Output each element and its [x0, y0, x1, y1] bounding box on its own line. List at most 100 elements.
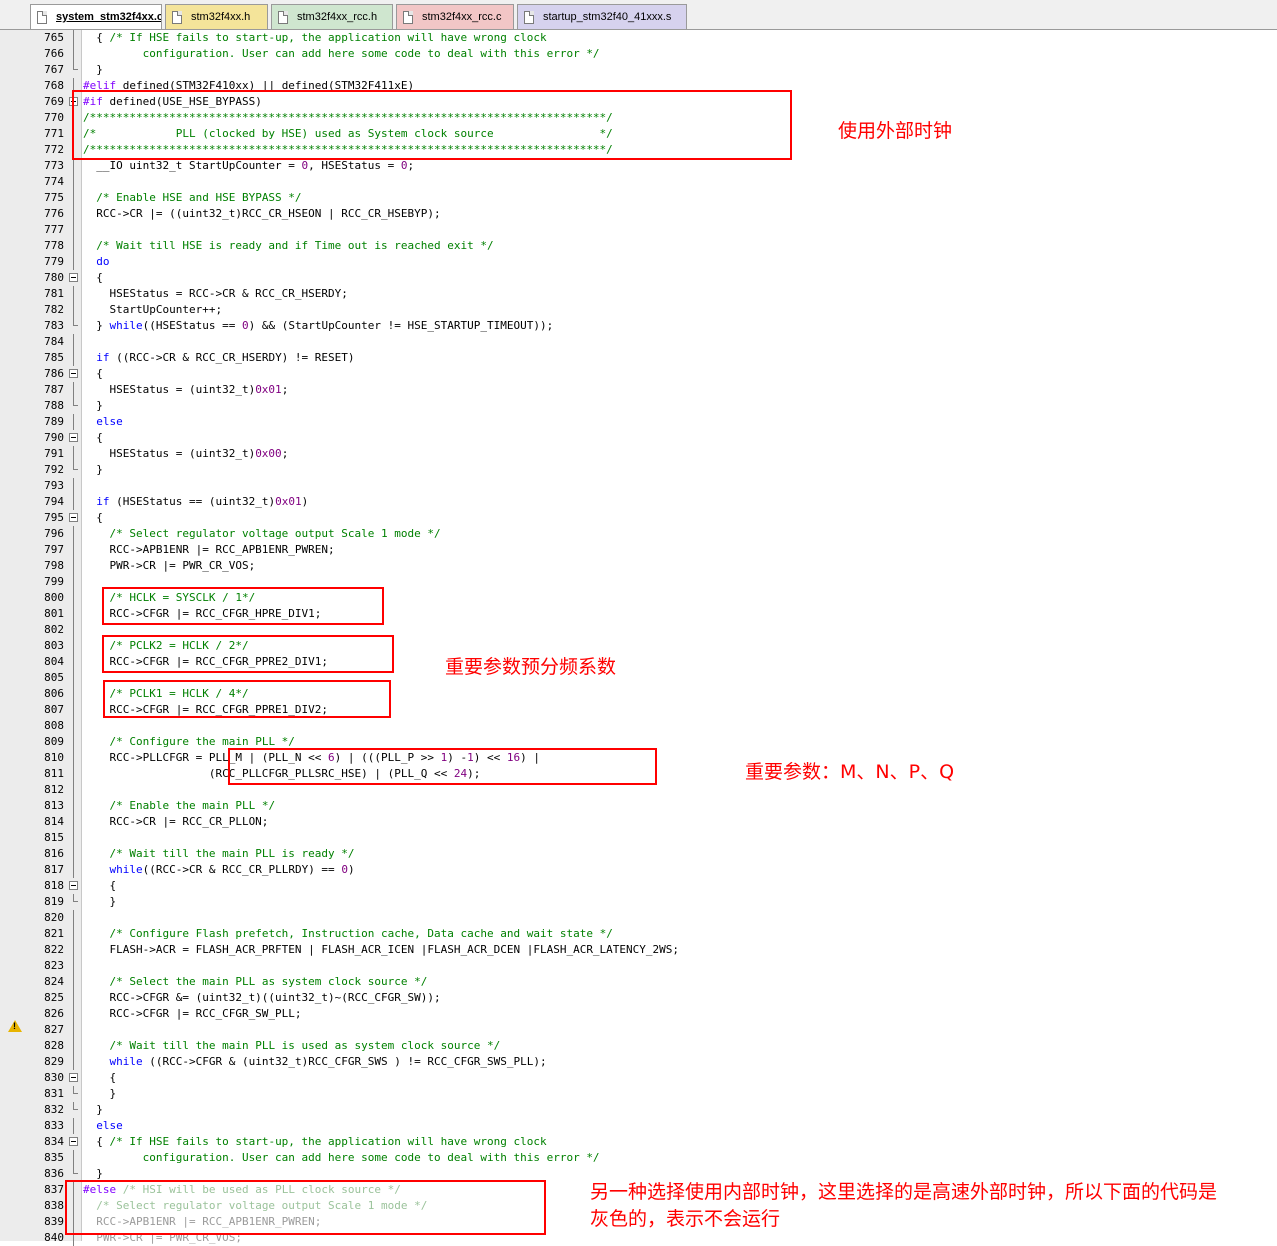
- fold-guide: [73, 1054, 74, 1070]
- fold-toggle-icon[interactable]: [69, 273, 78, 282]
- code-line[interactable]: 833 else: [0, 1118, 1277, 1134]
- code-line[interactable]: 789 else: [0, 414, 1277, 430]
- code-line[interactable]: 825 RCC->CFGR &= (uint32_t)((uint32_t)~(…: [0, 990, 1277, 1006]
- code-line[interactable]: 794 if (HSEStatus == (uint32_t)0x01): [0, 494, 1277, 510]
- fold-toggle-icon[interactable]: [69, 1137, 78, 1146]
- tab-system-stm32f4xx-c[interactable]: system_stm32f4xx.c: [30, 4, 162, 29]
- code-line[interactable]: 766 configuration. User can add here som…: [0, 46, 1277, 62]
- line-number: 822: [44, 943, 64, 956]
- line-number: 801: [44, 607, 64, 620]
- fold-toggle-icon[interactable]: [69, 881, 78, 890]
- code-line[interactable]: 781 HSEStatus = RCC->CR & RCC_CR_HSERDY;: [0, 286, 1277, 302]
- line-number: 806: [44, 687, 64, 700]
- code-line[interactable]: 820: [0, 910, 1277, 926]
- code-line[interactable]: 813 /* Enable the main PLL */: [0, 798, 1277, 814]
- tab-stm32f4xx-rcc-h[interactable]: stm32f4xx_rcc.h: [271, 4, 393, 29]
- fold-toggle-icon[interactable]: [69, 1073, 78, 1082]
- code-line[interactable]: 815: [0, 830, 1277, 846]
- code-line[interactable]: 785 if ((RCC->CR & RCC_CR_HSERDY) != RES…: [0, 350, 1277, 366]
- code-line[interactable]: 826 RCC->CFGR |= RCC_CFGR_SW_PLL;: [0, 1006, 1277, 1022]
- code-line[interactable]: 818 {: [0, 878, 1277, 894]
- code-line[interactable]: 830 {: [0, 1070, 1277, 1086]
- fold-guide: [73, 30, 74, 46]
- code-line[interactable]: 808: [0, 718, 1277, 734]
- code-line[interactable]: 791 HSEStatus = (uint32_t)0x00;: [0, 446, 1277, 462]
- code-line[interactable]: 773 __IO uint32_t StartUpCounter = 0, HS…: [0, 158, 1277, 174]
- fold-guide: [73, 862, 74, 878]
- code-line[interactable]: 798 PWR->CR |= PWR_CR_VOS;: [0, 558, 1277, 574]
- fold-guide: [73, 958, 74, 974]
- code-line[interactable]: 797 RCC->APB1ENR |= RCC_APB1ENR_PWREN;: [0, 542, 1277, 558]
- code-line[interactable]: 784: [0, 334, 1277, 350]
- tab-stm32f4xx-rcc-c[interactable]: stm32f4xx_rcc.c: [396, 4, 514, 29]
- code-text: RCC->CFGR |= RCC_CFGR_SW_PLL;: [83, 1007, 302, 1020]
- code-line[interactable]: 767 }: [0, 62, 1277, 78]
- code-line[interactable]: 778 /* Wait till HSE is ready and if Tim…: [0, 238, 1277, 254]
- code-line[interactable]: 823: [0, 958, 1277, 974]
- line-number: 810: [44, 751, 64, 764]
- code-line[interactable]: 816 /* Wait till the main PLL is ready *…: [0, 846, 1277, 862]
- fold-toggle-icon[interactable]: [69, 433, 78, 442]
- code-text: RCC->CR |= RCC_CR_PLLON;: [83, 815, 269, 828]
- code-text: do: [96, 255, 110, 268]
- code-text: HSEStatus = (uint32_t)0x00;: [83, 447, 289, 460]
- code-line[interactable]: 817 while((RCC->CR & RCC_CR_PLLRDY) == 0…: [0, 862, 1277, 878]
- line-number: 769: [44, 95, 64, 108]
- line-number: 783: [44, 319, 64, 332]
- code-line[interactable]: 790 {: [0, 430, 1277, 446]
- code-line[interactable]: 788 }: [0, 398, 1277, 414]
- fold-guide: [73, 974, 74, 990]
- code-text: {: [83, 367, 103, 380]
- fold-guide: [73, 942, 74, 958]
- code-line[interactable]: 835 configuration. User can add here som…: [0, 1150, 1277, 1166]
- code-line[interactable]: 827: [0, 1022, 1277, 1038]
- code-line[interactable]: 832 }: [0, 1102, 1277, 1118]
- code-line[interactable]: 775 /* Enable HSE and HSE BYPASS */: [0, 190, 1277, 206]
- code-line[interactable]: 776 RCC->CR |= ((uint32_t)RCC_CR_HSEON |…: [0, 206, 1277, 222]
- fold-guide: [73, 1038, 74, 1054]
- code-line[interactable]: 821 /* Configure Flash prefetch, Instruc…: [0, 926, 1277, 942]
- code-line[interactable]: 796 /* Select regulator voltage output S…: [0, 526, 1277, 542]
- code-line[interactable]: 822 FLASH->ACR = FLASH_ACR_PRFTEN | FLAS…: [0, 942, 1277, 958]
- line-number: 767: [44, 63, 64, 76]
- code-line[interactable]: 829 while ((RCC->CFGR & (uint32_t)RCC_CF…: [0, 1054, 1277, 1070]
- code-line[interactable]: 774: [0, 174, 1277, 190]
- line-number: 823: [44, 959, 64, 972]
- fold-toggle-icon[interactable]: [69, 369, 78, 378]
- code-line[interactable]: 779 do: [0, 254, 1277, 270]
- code-line[interactable]: 786 {: [0, 366, 1277, 382]
- line-number: 808: [44, 719, 64, 732]
- line-number: 790: [44, 431, 64, 444]
- code-line[interactable]: 795 {: [0, 510, 1277, 526]
- code-line[interactable]: 783 } while((HSEStatus == 0) && (StartUp…: [0, 318, 1277, 334]
- line-number: 772: [44, 143, 64, 156]
- code-line[interactable]: 793: [0, 478, 1277, 494]
- code-line[interactable]: 777: [0, 222, 1277, 238]
- code-line[interactable]: 828 /* Wait till the main PLL is used as…: [0, 1038, 1277, 1054]
- fold-guide: [73, 654, 74, 670]
- editor-tab-bar: system_stm32f4xx.c stm32f4xx.h stm32f4xx…: [0, 0, 1277, 30]
- warning-icon[interactable]: [8, 1020, 22, 1032]
- code-line[interactable]: 780 {: [0, 270, 1277, 286]
- code-line[interactable]: 792 }: [0, 462, 1277, 478]
- fold-guide: [73, 622, 74, 638]
- line-number: 778: [44, 239, 64, 252]
- code-text: RCC->CR |= ((uint32_t)RCC_CR_HSEON | RCC…: [83, 207, 441, 220]
- tab-startup-stm32f40-41xxx-s[interactable]: startup_stm32f40_41xxx.s: [517, 4, 687, 29]
- code-line[interactable]: 787 HSEStatus = (uint32_t)0x01;: [0, 382, 1277, 398]
- code-line[interactable]: 814 RCC->CR |= RCC_CR_PLLON;: [0, 814, 1277, 830]
- tab-stm32f4xx-h[interactable]: stm32f4xx.h: [165, 4, 268, 29]
- code-line[interactable]: 819 }: [0, 894, 1277, 910]
- code-line[interactable]: 831 }: [0, 1086, 1277, 1102]
- fold-toggle-icon[interactable]: [69, 513, 78, 522]
- line-number: 797: [44, 543, 64, 556]
- line-number: 828: [44, 1039, 64, 1052]
- code-line[interactable]: 765 { /* If HSE fails to start-up, the a…: [0, 30, 1277, 46]
- fold-guide: [73, 446, 74, 462]
- note-pll-params: 重要参数：M、N、P、Q: [745, 761, 955, 783]
- code-line[interactable]: 824 /* Select the main PLL as system clo…: [0, 974, 1277, 990]
- code-text: RCC->APB1ENR |= RCC_APB1ENR_PWREN;: [83, 543, 335, 556]
- code-line[interactable]: 782 StartUpCounter++;: [0, 302, 1277, 318]
- code-line[interactable]: 834 { /* If HSE fails to start-up, the a…: [0, 1134, 1277, 1150]
- line-number: 830: [44, 1071, 64, 1084]
